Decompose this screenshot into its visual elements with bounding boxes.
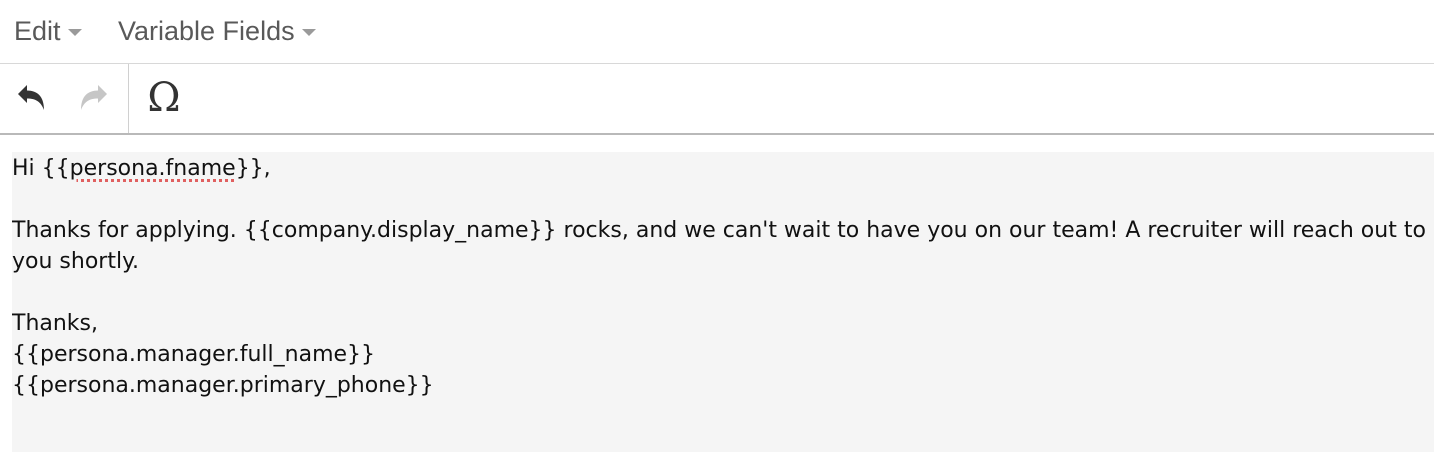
redo-button[interactable] xyxy=(71,76,117,120)
signature-phone-line: {{persona.manager.primary_phone}} xyxy=(12,373,434,398)
variable-fields-menu-label: Variable Fields xyxy=(118,15,295,46)
edit-menu[interactable]: Edit xyxy=(14,14,82,48)
greeting-suffix: }}, xyxy=(235,156,271,181)
undo-button[interactable] xyxy=(8,76,54,120)
editor-content-area[interactable]: Hi {{persona.fname}}, Thanks for applyin… xyxy=(12,152,1434,452)
body-paragraph: Thanks for applying. {{company.display_n… xyxy=(12,218,1426,274)
omega-icon: Ω xyxy=(147,75,181,121)
menubar: Edit Variable Fields xyxy=(0,0,1434,64)
undo-icon xyxy=(18,85,44,110)
special-character-button[interactable]: Ω xyxy=(140,75,188,121)
greeting-prefix: Hi {{ xyxy=(12,156,70,181)
edit-menu-label: Edit xyxy=(14,15,61,46)
greeting-variable: persona.fname xyxy=(69,156,236,181)
signature-name-line: {{persona.manager.full_name}} xyxy=(12,342,376,367)
toolbar-divider xyxy=(128,64,129,133)
greeting-line: Hi {{persona.fname}}, xyxy=(12,153,1434,184)
chevron-down-icon xyxy=(67,29,82,36)
redo-icon xyxy=(81,85,107,110)
rich-text-editor: Edit Variable Fields Ω Hi {{persona.fnam… xyxy=(0,0,1434,452)
chevron-down-icon xyxy=(301,29,316,36)
variable-fields-menu[interactable]: Variable Fields xyxy=(118,14,316,48)
signoff-line: Thanks, xyxy=(12,311,99,336)
toolbar: Ω xyxy=(0,64,1434,135)
